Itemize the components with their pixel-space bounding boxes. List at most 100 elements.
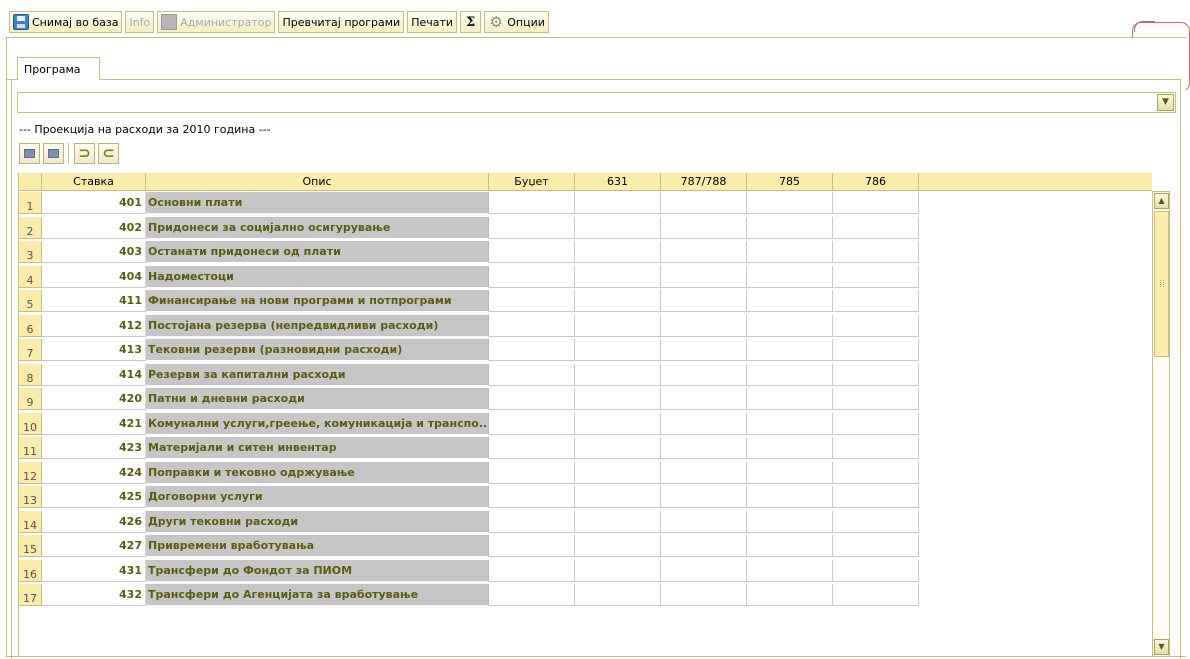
- value-cell-631[interactable]: [575, 314, 661, 337]
- value-cell-budget[interactable]: [489, 241, 575, 263]
- administrator-button[interactable]: Администратор: [157, 11, 276, 33]
- remove-row-button[interactable]: [43, 142, 64, 164]
- value-cell-786[interactable]: [833, 559, 919, 582]
- info-button[interactable]: Info: [125, 11, 155, 33]
- value-cell-787-788[interactable]: [661, 584, 747, 606]
- value-cell-785[interactable]: [747, 290, 833, 312]
- value-cell-budget[interactable]: [489, 535, 575, 557]
- table-row[interactable]: 7 413 Тековни резерви (разновидни расходи): [19, 339, 1152, 361]
- value-cell-785[interactable]: [747, 314, 833, 337]
- value-cell-631[interactable]: [575, 461, 661, 484]
- value-cell-787-788[interactable]: [661, 535, 747, 557]
- table-row[interactable]: 11 423 Материјали и ситен инвентар: [19, 437, 1152, 459]
- value-cell-budget[interactable]: [489, 339, 575, 361]
- value-cell-786[interactable]: [833, 314, 919, 337]
- value-cell-787-788[interactable]: [661, 265, 747, 288]
- value-cell-786[interactable]: [833, 535, 919, 557]
- value-cell-787-788[interactable]: [661, 192, 747, 214]
- value-cell-785[interactable]: [747, 363, 833, 386]
- value-cell-786[interactable]: [833, 363, 919, 386]
- col-header-787-788[interactable]: 787/788: [661, 173, 747, 191]
- value-cell-787-788[interactable]: [661, 339, 747, 361]
- value-cell-631[interactable]: [575, 437, 661, 459]
- tab-program[interactable]: Програма: [17, 57, 100, 80]
- value-cell-786[interactable]: [833, 437, 919, 459]
- value-cell-631[interactable]: [575, 412, 661, 435]
- value-cell-budget[interactable]: [489, 363, 575, 386]
- scrollbar-thumb[interactable]: [1154, 211, 1169, 357]
- program-select[interactable]: ▼: [17, 92, 1176, 113]
- value-cell-budget[interactable]: [489, 412, 575, 435]
- value-cell-631[interactable]: [575, 559, 661, 582]
- save-to-db-button[interactable]: Снимај во база: [9, 11, 123, 33]
- value-cell-631[interactable]: [575, 216, 661, 239]
- value-cell-787-788[interactable]: [661, 412, 747, 435]
- value-cell-786[interactable]: [833, 290, 919, 312]
- value-cell-785[interactable]: [747, 241, 833, 263]
- table-row[interactable]: 10 421 Комунални услуги,греење, комуникаци…: [19, 412, 1152, 435]
- reload-programs-button[interactable]: Превчитај програми: [278, 11, 405, 33]
- col-header-budget[interactable]: Буџет: [489, 173, 575, 191]
- table-row[interactable]: 16 431 Трансфери до Фондот за ПИОМ: [19, 559, 1152, 582]
- value-cell-631[interactable]: [575, 192, 661, 214]
- value-cell-785[interactable]: [747, 559, 833, 582]
- col-header-item[interactable]: Ставка: [42, 173, 146, 191]
- value-cell-785[interactable]: [747, 216, 833, 239]
- value-cell-787-788[interactable]: [661, 241, 747, 263]
- value-cell-787-788[interactable]: [661, 314, 747, 337]
- value-cell-budget[interactable]: [489, 510, 575, 533]
- value-cell-786[interactable]: [833, 339, 919, 361]
- col-header-description[interactable]: Опис: [146, 173, 489, 191]
- table-row[interactable]: 15 427 Привремени вработувања: [19, 535, 1152, 557]
- print-button[interactable]: Печати: [407, 11, 458, 33]
- value-cell-786[interactable]: [833, 388, 919, 410]
- value-cell-631[interactable]: [575, 241, 661, 263]
- options-button[interactable]: ⚙ Опции: [484, 11, 549, 33]
- value-cell-631[interactable]: [575, 535, 661, 557]
- value-cell-785[interactable]: [747, 486, 833, 508]
- chevron-down-icon[interactable]: ▼: [1157, 94, 1174, 111]
- table-row[interactable]: 13 425 Договорни услуги: [19, 486, 1152, 508]
- scroll-up-icon[interactable]: ▲: [1154, 193, 1169, 209]
- value-cell-787-788[interactable]: [661, 510, 747, 533]
- table-row[interactable]: 6 412 Постојана резерва (непредвидливи рас…: [19, 314, 1152, 337]
- table-row[interactable]: 1 401 Основни плати: [19, 192, 1152, 214]
- value-cell-785[interactable]: [747, 535, 833, 557]
- table-row[interactable]: 3 403 Останати придонеси од плати: [19, 241, 1152, 263]
- value-cell-budget[interactable]: [489, 559, 575, 582]
- value-cell-786[interactable]: [833, 265, 919, 288]
- value-cell-budget[interactable]: [489, 192, 575, 214]
- value-cell-budget[interactable]: [489, 486, 575, 508]
- value-cell-budget[interactable]: [489, 290, 575, 312]
- sum-button[interactable]: Σ: [460, 11, 482, 33]
- value-cell-786[interactable]: [833, 216, 919, 239]
- value-cell-785[interactable]: [747, 265, 833, 288]
- value-cell-785[interactable]: [747, 510, 833, 533]
- value-cell-budget[interactable]: [489, 265, 575, 288]
- value-cell-786[interactable]: [833, 486, 919, 508]
- table-row[interactable]: 5 411 Финансирање на нови програми и потпр…: [19, 290, 1152, 312]
- value-cell-787-788[interactable]: [661, 388, 747, 410]
- value-cell-631[interactable]: [575, 339, 661, 361]
- value-cell-631[interactable]: [575, 388, 661, 410]
- table-row[interactable]: 4 404 Надоместоци: [19, 265, 1152, 288]
- value-cell-787-788[interactable]: [661, 486, 747, 508]
- value-cell-785[interactable]: [747, 339, 833, 361]
- value-cell-785[interactable]: [747, 412, 833, 435]
- table-row[interactable]: 9 420 Патни и дневни расходи: [19, 388, 1152, 410]
- table-row[interactable]: 2 402 Придонеси за социјално осигурување: [19, 216, 1152, 239]
- value-cell-787-788[interactable]: [661, 216, 747, 239]
- value-cell-786[interactable]: [833, 461, 919, 484]
- redo-button[interactable]: ⊂: [98, 142, 119, 164]
- value-cell-785[interactable]: [747, 388, 833, 410]
- table-row[interactable]: 12 424 Поправки и тековно одржување: [19, 461, 1152, 484]
- col-header-785[interactable]: 785: [747, 173, 833, 191]
- value-cell-785[interactable]: [747, 192, 833, 214]
- value-cell-budget[interactable]: [489, 314, 575, 337]
- value-cell-787-788[interactable]: [661, 363, 747, 386]
- value-cell-787-788[interactable]: [661, 437, 747, 459]
- value-cell-785[interactable]: [747, 437, 833, 459]
- col-header-786[interactable]: 786: [833, 173, 919, 191]
- value-cell-631[interactable]: [575, 265, 661, 288]
- value-cell-787-788[interactable]: [661, 290, 747, 312]
